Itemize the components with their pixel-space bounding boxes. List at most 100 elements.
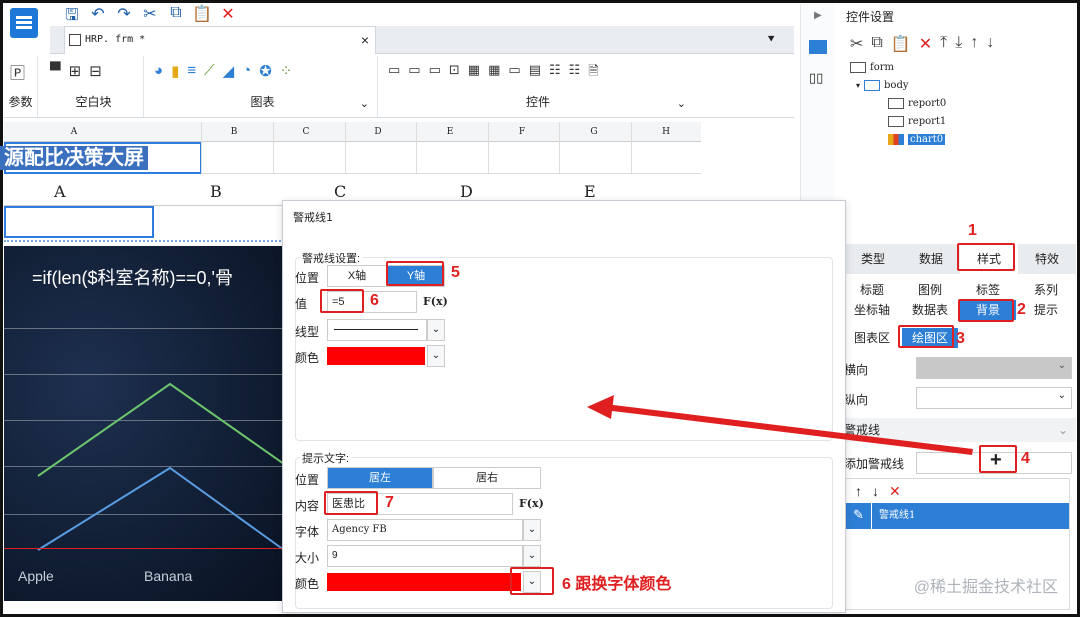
block-icon[interactable]: ▀ (50, 62, 61, 80)
subtab-title[interactable]: 标题 (844, 280, 900, 300)
subtab-tooltip[interactable]: 提示 (1018, 300, 1074, 320)
warning-line-item[interactable]: ✎ 警戒线1 (845, 503, 1069, 529)
label-widget-icon[interactable]: ▭ (408, 62, 420, 84)
linetype-select[interactable] (327, 319, 427, 341)
layout-toggle-icon[interactable]: ▯▯ (809, 70, 823, 86)
tab-label: HRP. frm * (85, 34, 146, 45)
formula-button[interactable]: F(x) (519, 493, 544, 515)
col-header[interactable]: H (656, 127, 676, 137)
radar-chart-icon[interactable]: ✪ (259, 62, 272, 80)
move-down-icon[interactable]: ↓ (986, 34, 994, 54)
close-tab-icon[interactable]: × (361, 27, 369, 53)
subtab-series[interactable]: 系列 (1018, 280, 1074, 300)
scatter-chart-icon[interactable]: ⁘ (280, 62, 293, 80)
align-left-option[interactable]: 居左 (327, 467, 433, 489)
delete-icon[interactable]: ✕ (919, 34, 932, 54)
vertical-select[interactable]: ⌄ (916, 387, 1072, 409)
col-header[interactable]: G (584, 127, 604, 137)
tree-label: body (884, 80, 909, 91)
paste-icon[interactable]: 📋 (891, 34, 911, 54)
textbox-icon[interactable]: ▭ (388, 62, 400, 84)
panel-toolbar: ✂ ⧉ 📋 ✕ ⤒ ⤓ ↑ ↓ (850, 34, 994, 54)
chevron-down-icon[interactable]: ⌄ (523, 545, 541, 567)
list-widget-icon[interactable]: ▤ (529, 62, 541, 84)
subtab-axis[interactable]: 坐标轴 (844, 300, 900, 320)
horizontal-select[interactable]: ⌄ (916, 357, 1072, 379)
warning-line-dialog: 警戒线1 警戒线设置: 位置 X轴 Y轴 值 =5 F(x) 线型 ⌄ 颜色 ⌄… (282, 200, 846, 613)
move-top-icon[interactable]: ⤒ (940, 34, 947, 54)
subtab-datatable[interactable]: 数据表 (902, 300, 958, 320)
col-header[interactable]: A (64, 127, 84, 137)
group-title: 提示文字: (300, 450, 352, 466)
param-icon[interactable]: 🄿 (10, 62, 25, 83)
move-up-icon[interactable]: ↑ (970, 34, 978, 54)
dialog-title: 警戒线1 (293, 211, 333, 224)
grid-icon[interactable]: ⊞ (69, 62, 82, 80)
tree-node-body[interactable]: ▾ body (856, 80, 909, 91)
chevron-down-icon[interactable]: ⌄ (523, 519, 541, 541)
delete-icon[interactable]: ✕ (889, 483, 901, 500)
widget-settings-toggle-icon[interactable] (809, 40, 827, 54)
app-menu-icon[interactable] (10, 8, 38, 38)
chevron-down-icon[interactable]: ⌄ (1058, 418, 1068, 442)
tree-node-report1[interactable]: report1 (888, 116, 946, 127)
button-widget-icon[interactable]: ▭ (429, 62, 441, 84)
tree-label: form (870, 62, 894, 73)
position-label: 位置 (295, 271, 320, 285)
col-header[interactable]: D (368, 127, 388, 137)
warning-line-section[interactable]: 警戒线 ⌄ (844, 418, 1076, 442)
col-header[interactable]: E (440, 127, 460, 137)
area-chart-icon[interactable]: ◢ (223, 62, 235, 80)
tree-node-form[interactable]: form (850, 62, 894, 73)
subtab-legend[interactable]: 图例 (902, 280, 958, 300)
preview-selected-cell[interactable] (4, 206, 154, 238)
font-select[interactable]: Agency FB (327, 519, 523, 541)
calendar-widget-icon[interactable]: ▦ (488, 62, 500, 84)
tab-type[interactable]: 类型 (844, 244, 902, 274)
subtab-chart-area[interactable]: 图表区 (844, 328, 900, 348)
combo-widget-icon[interactable]: ⊡ (449, 62, 460, 84)
gauge-chart-icon[interactable]: ◔ (242, 62, 251, 80)
cut-icon[interactable]: ✂ (850, 34, 863, 54)
move-down-icon[interactable]: ↓ (872, 483, 879, 500)
checkbox-widget-icon[interactable]: ☷ (569, 62, 581, 84)
formula-button[interactable]: F(x) (423, 291, 448, 313)
tab-effects[interactable]: 特效 (1018, 244, 1076, 274)
hint-color-swatch[interactable] (327, 573, 521, 591)
col-header[interactable]: F (512, 127, 532, 137)
pie-chart-icon[interactable]: ◕ (154, 62, 163, 80)
tree-node-report0[interactable]: report0 (888, 98, 946, 109)
col-header[interactable]: B (224, 127, 244, 137)
size-select[interactable]: 9 (327, 545, 523, 567)
align-right-option[interactable]: 居右 (433, 467, 541, 489)
tab-menu-icon[interactable]: ⯆ (766, 32, 776, 47)
title-cell[interactable]: 源配比决策大屏 (0, 146, 148, 170)
chevron-down-icon[interactable]: ⌄ (677, 97, 686, 110)
col-header[interactable]: C (296, 127, 316, 137)
copy-icon[interactable]: ⧉ (871, 34, 882, 54)
line-color-swatch[interactable] (327, 347, 425, 365)
expand-icon[interactable]: ▶ (814, 10, 822, 21)
hbar-chart-icon[interactable]: ≡ (187, 62, 196, 80)
file-widget-icon[interactable]: 🗎 (588, 62, 598, 84)
tab-hrp-frm[interactable]: HRP. frm * × (64, 26, 376, 54)
tab-data[interactable]: 数据 (902, 244, 960, 274)
date-widget-icon[interactable]: ▦ (468, 62, 480, 84)
move-bottom-icon[interactable]: ⤓ (955, 34, 962, 54)
radio-widget-icon[interactable]: ☷ (549, 62, 561, 84)
layout-icon[interactable]: ⊟ (89, 62, 102, 80)
edit-icon[interactable]: ✎ (853, 503, 864, 529)
tree-node-chart0[interactable]: chart0 (888, 134, 946, 145)
bar-chart-icon[interactable]: ▮ (171, 62, 179, 80)
grid-line (273, 122, 274, 174)
chevron-down-icon[interactable]: ⌄ (427, 319, 445, 341)
x-axis-option[interactable]: X轴 (327, 265, 387, 287)
move-up-icon[interactable]: ↑ (855, 483, 862, 500)
form-icon (850, 62, 866, 73)
chevron-down-icon[interactable]: ⌄ (427, 345, 445, 367)
line-chart-icon[interactable]: ⟋ (204, 62, 215, 80)
subtab-label[interactable]: 标签 (960, 280, 1016, 300)
warning-line (4, 548, 284, 549)
chevron-down-icon[interactable]: ⌄ (360, 97, 369, 110)
number-widget-icon[interactable]: ▭ (508, 62, 520, 84)
